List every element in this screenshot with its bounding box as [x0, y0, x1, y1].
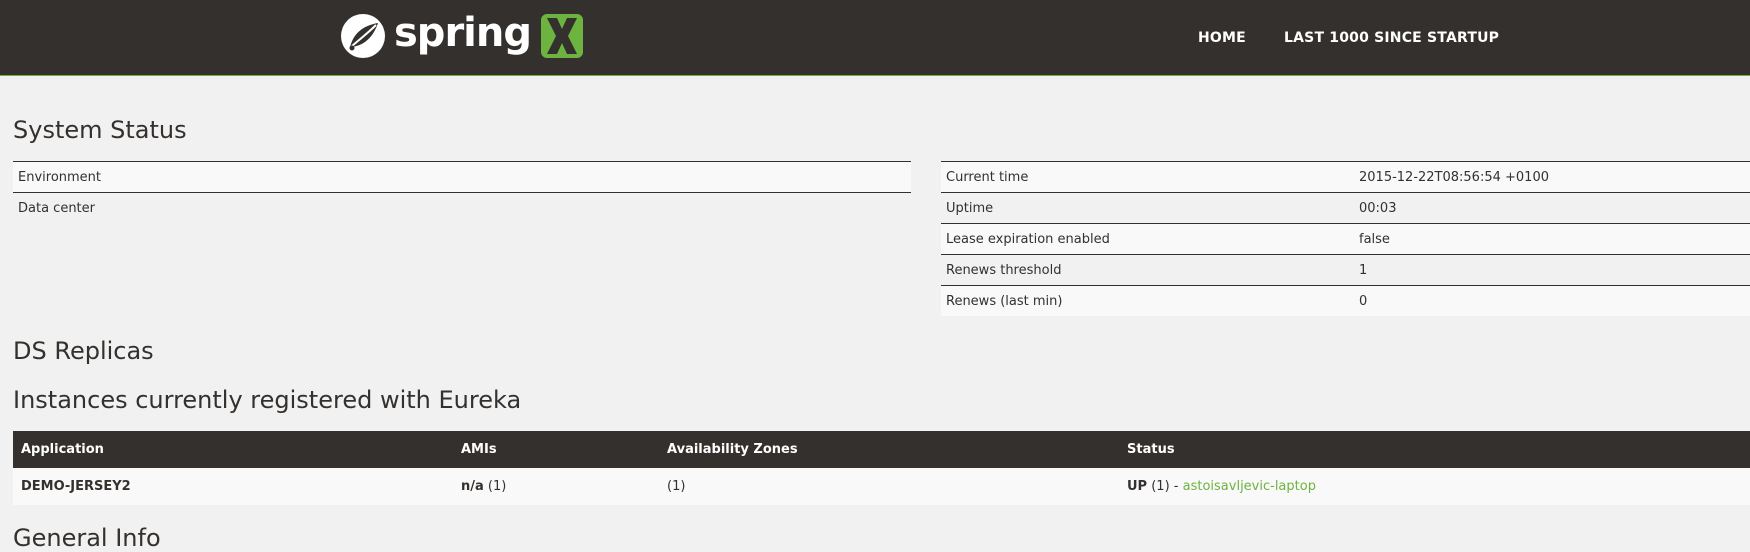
renews-last-min-value: 0	[1354, 285, 1750, 316]
environment-label: Environment	[13, 161, 824, 193]
amis-count: (1)	[487, 479, 507, 494]
environment-value	[823, 161, 911, 193]
spring-logo[interactable]: spring	[340, 10, 583, 60]
table-row: Data center	[13, 192, 911, 223]
table-row: Renews (last min) 0	[941, 285, 1750, 316]
table-header-row: Application AMIs Availability Zones Stat…	[13, 431, 1750, 468]
col-availability-zones: Availability Zones	[659, 431, 1119, 468]
status-separator: -	[1169, 479, 1183, 494]
amis-cell: n/a (1)	[453, 468, 659, 505]
instances-table: Application AMIs Availability Zones Stat…	[13, 431, 1750, 505]
col-amis: AMIs	[453, 431, 659, 468]
zones-cell: (1)	[659, 468, 1119, 505]
current-time-value: 2015-12-22T08:56:54 +0100	[1354, 161, 1750, 193]
renews-last-min-label: Renews (last min)	[941, 285, 1354, 316]
current-time-label: Current time	[941, 161, 1354, 193]
instance-link[interactable]: astoisavljevic-laptop	[1183, 479, 1316, 494]
data-center-label: Data center	[13, 192, 824, 223]
table-row: DEMO-JERSEY2 n/a (1) (1) UP (1) - astois…	[13, 468, 1750, 505]
uptime-label: Uptime	[941, 192, 1354, 224]
renews-threshold-label: Renews threshold	[941, 254, 1354, 286]
col-status: Status	[1119, 431, 1750, 468]
status-cell: UP (1) - astoisavljevic-laptop	[1119, 468, 1750, 505]
system-info-table: Current time 2015-12-22T08:56:54 +0100 U…	[941, 161, 1750, 316]
ds-replicas-heading: DS Replicas	[13, 337, 154, 365]
environment-table: Environment Data center	[13, 161, 911, 223]
system-status-heading: System Status	[13, 116, 187, 144]
spring-x-icon	[541, 14, 583, 58]
brand-wordmark: spring	[394, 10, 532, 56]
general-info-heading: General Info	[13, 524, 161, 552]
nav-home-link[interactable]: HOME	[1198, 30, 1246, 46]
spring-leaf-icon	[341, 14, 385, 58]
data-center-value	[823, 192, 911, 223]
table-row: Renews threshold 1	[941, 254, 1750, 286]
table-row: Environment	[13, 161, 911, 193]
lease-expiration-value: false	[1354, 223, 1750, 255]
table-row: Uptime 00:03	[941, 192, 1750, 224]
table-row: Current time 2015-12-22T08:56:54 +0100	[941, 161, 1750, 193]
top-navbar: spring HOME LAST 1000 SINCE STARTUP	[0, 0, 1750, 76]
table-row: Lease expiration enabled false	[941, 223, 1750, 255]
uptime-value: 00:03	[1354, 192, 1750, 224]
instances-heading: Instances currently registered with Eure…	[13, 386, 522, 414]
renews-threshold-value: 1	[1354, 254, 1750, 286]
nav-last1000-link[interactable]: LAST 1000 SINCE STARTUP	[1284, 30, 1499, 46]
col-application: Application	[13, 431, 453, 468]
lease-expiration-label: Lease expiration enabled	[941, 223, 1354, 255]
status-value: UP	[1127, 479, 1148, 494]
amis-value: n/a	[461, 479, 484, 494]
application-name: DEMO-JERSEY2	[21, 479, 131, 494]
application-cell: DEMO-JERSEY2	[13, 468, 453, 505]
status-count: (1)	[1151, 479, 1170, 494]
